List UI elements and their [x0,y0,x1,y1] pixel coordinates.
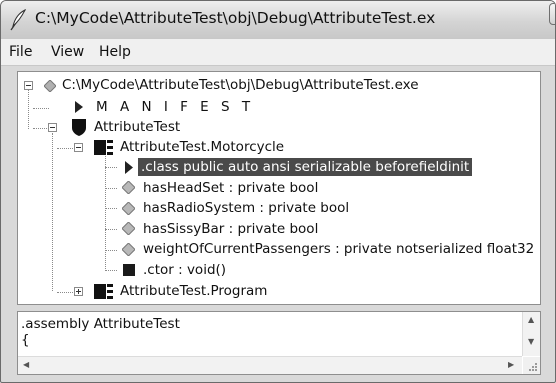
tree-class-program-label[interactable]: AttributeTest.Program [120,282,267,300]
resize-grip[interactable] [523,357,540,374]
field-diamond-icon [122,243,135,256]
tree-connector [33,128,49,129]
assembly-tree-view[interactable]: C:\MyCode\AttributeTest\obj\Debug\Attrib… [17,71,541,305]
tree-field-label[interactable]: hasSissyBar : private bool [143,220,318,238]
field-diamond-icon [122,202,135,215]
manifest-arrow-icon [75,101,83,113]
scroll-down-icon[interactable]: ▼ [528,338,534,346]
resize-grip-icon [529,363,537,371]
collapse-toggle[interactable] [48,123,57,132]
expand-toggle[interactable] [74,287,83,296]
tree-ctor-label[interactable]: .ctor : void() [143,261,226,279]
il-detail-text: .assembly AttributeTest { [21,316,180,348]
assembly-diamond-icon [44,80,56,92]
tree-field-label[interactable]: weightOfCurrentPassengers : private nots… [143,240,534,258]
tree-connector [105,188,117,189]
il-detail-pane[interactable]: .assembly AttributeTest { ▲ ▼ ◀ ▶ [17,311,541,375]
tree-manifest-label[interactable]: M A N I F E S T [96,98,254,116]
menu-help[interactable]: Help [99,44,131,60]
tree-connector [105,229,117,230]
scroll-left-icon[interactable]: ◀ [23,361,29,369]
menu-bar: File View Help [1,39,555,66]
tree-connector [105,154,106,271]
tree-root-label[interactable]: C:\MyCode\AttributeTest\obj\Debug\Attrib… [62,76,419,94]
tree-connector [105,270,117,271]
collapse-toggle[interactable] [24,81,33,90]
window-title: C:\MyCode\AttributeTest\obj\Debug\Attrib… [35,9,435,27]
directive-arrow-icon [125,161,133,174]
tree-field-label[interactable]: hasHeadSet : private bool [143,179,318,197]
scroll-right-icon[interactable]: ▶ [508,361,514,369]
minimize-button[interactable] [549,3,556,25]
scroll-up-icon[interactable]: ▲ [528,316,534,324]
title-bar[interactable]: C:\MyCode\AttributeTest\obj\Debug\Attrib… [1,1,555,39]
field-diamond-icon [122,222,135,235]
tree-connector [57,292,73,293]
tree-connector [33,108,49,109]
tree-connector [105,250,117,251]
tree-connector [105,208,117,209]
tree-connector [105,167,117,168]
menu-file[interactable]: File [9,44,32,60]
tree-connector [57,148,73,149]
collapse-toggle[interactable] [74,143,83,152]
method-square-icon [123,264,135,276]
tree-field-label[interactable]: hasRadioSystem : private bool [143,199,349,217]
class-icon [94,284,113,299]
class-icon [94,140,113,155]
horizontal-scrollbar[interactable]: ◀ ▶ [18,356,522,374]
tree-class-directive-label[interactable]: .class public auto ansi serializable bef… [138,158,473,176]
tree-namespace-label[interactable]: AttributeTest [94,118,180,136]
tree-connector [52,133,53,291]
tree-class-motorcycle-label[interactable]: AttributeTest.Motorcycle [120,138,284,156]
application-window: C:\MyCode\AttributeTest\obj\Debug\Attrib… [0,0,556,383]
vertical-scrollbar[interactable]: ▲ ▼ [522,312,540,356]
feather-icon [10,8,27,31]
menu-view[interactable]: View [51,44,84,60]
field-diamond-icon [122,181,135,194]
namespace-shield-icon [72,119,86,136]
tree-connector [28,85,29,129]
minimize-icon [550,4,556,24]
